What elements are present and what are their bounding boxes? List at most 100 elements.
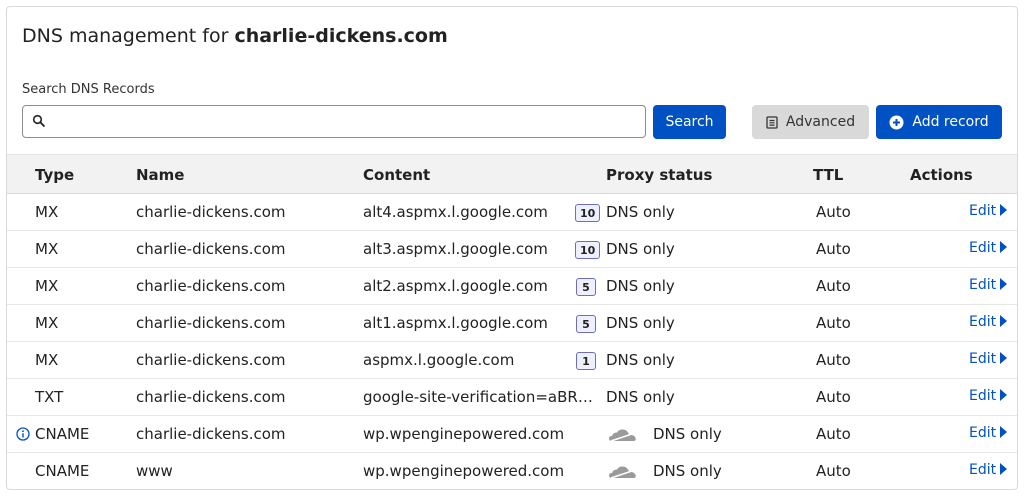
column-header-proxy-status[interactable]: Proxy status <box>606 166 712 184</box>
proxy-status: DNS only <box>606 351 675 369</box>
proxy-status: DNS only <box>653 462 722 480</box>
caret-right-icon <box>1000 278 1008 290</box>
search-label: Search DNS Records <box>22 82 155 97</box>
edit-label: Edit <box>969 462 997 478</box>
edit-link[interactable]: Edit <box>969 425 1008 441</box>
grey-cloud-icon[interactable] <box>607 426 639 444</box>
record-type: TXT <box>35 388 64 406</box>
caret-right-icon <box>1000 204 1008 216</box>
record-type: CNAME <box>35 462 90 480</box>
plus-circle-icon <box>889 115 904 129</box>
domain-name: charlie-dickens.com <box>234 25 448 47</box>
record-type: MX <box>35 240 59 258</box>
table-row: MX charlie-dickens.com alt1.aspmx.l.goog… <box>7 305 1017 342</box>
record-ttl: Auto <box>816 240 851 258</box>
advanced-button[interactable]: Advanced <box>752 105 869 139</box>
record-name: charlie-dickens.com <box>136 277 286 295</box>
record-name: charlie-dickens.com <box>136 425 286 443</box>
grey-cloud-icon[interactable] <box>607 463 639 481</box>
record-name: charlie-dickens.com <box>136 203 286 221</box>
search-field[interactable] <box>22 105 646 138</box>
edit-label: Edit <box>969 203 997 219</box>
proxy-status: DNS only <box>606 277 675 295</box>
edit-label: Edit <box>969 314 997 330</box>
priority-badge: 5 <box>576 278 596 296</box>
proxy-status: DNS only <box>606 314 675 332</box>
column-header-content[interactable]: Content <box>363 166 430 184</box>
table-row: MX charlie-dickens.com alt4.aspmx.l.goog… <box>7 194 1017 231</box>
edit-label: Edit <box>969 388 997 404</box>
edit-label: Edit <box>969 277 997 293</box>
caret-right-icon <box>1000 352 1008 364</box>
caret-right-icon <box>1000 463 1008 475</box>
caret-right-icon <box>1000 426 1008 438</box>
table-row: MX charlie-dickens.com alt2.aspmx.l.goog… <box>7 268 1017 305</box>
record-content: google-site-verification=aBR_… <box>363 388 598 406</box>
record-name: charlie-dickens.com <box>136 240 286 258</box>
search-button-label: Search <box>665 114 714 130</box>
page-title: DNS management for charlie-dickens.com <box>22 25 448 47</box>
record-content: aspmx.l.google.com <box>363 351 515 369</box>
record-content: alt1.aspmx.l.google.com <box>363 314 548 332</box>
table-row: CNAME charlie-dickens.com wp.wpenginepow… <box>7 416 1017 453</box>
title-prefix: DNS management for <box>22 25 229 47</box>
edit-link[interactable]: Edit <box>969 388 1008 404</box>
proxy-status: DNS only <box>606 240 675 258</box>
record-type: CNAME <box>35 425 90 443</box>
edit-link[interactable]: Edit <box>969 203 1008 219</box>
record-type: MX <box>35 277 59 295</box>
table-row: MX charlie-dickens.com alt3.aspmx.l.goog… <box>7 231 1017 268</box>
caret-right-icon <box>1000 241 1008 253</box>
edit-label: Edit <box>969 240 997 256</box>
record-ttl: Auto <box>816 351 851 369</box>
record-ttl: Auto <box>816 425 851 443</box>
column-header-actions: Actions <box>910 166 973 184</box>
priority-badge: 1 <box>576 352 596 370</box>
record-name: charlie-dickens.com <box>136 314 286 332</box>
record-ttl: Auto <box>816 314 851 332</box>
list-icon <box>766 115 778 129</box>
record-ttl: Auto <box>816 462 851 480</box>
table-row: MX charlie-dickens.com aspmx.l.google.co… <box>7 342 1017 379</box>
dns-management-card: DNS management for charlie-dickens.com S… <box>6 6 1018 490</box>
priority-badge: 5 <box>576 315 596 333</box>
record-type: MX <box>35 314 59 332</box>
table-row: TXT charlie-dickens.com google-site-veri… <box>7 379 1017 416</box>
info-icon[interactable] <box>16 427 30 441</box>
record-content: wp.wpenginepowered.com <box>363 425 565 443</box>
edit-link[interactable]: Edit <box>969 240 1008 256</box>
record-content: alt2.aspmx.l.google.com <box>363 277 548 295</box>
priority-badge: 10 <box>575 204 601 222</box>
add-record-button-label: Add record <box>912 114 989 130</box>
record-name: charlie-dickens.com <box>136 388 286 406</box>
search-icon <box>32 114 45 127</box>
table-header: Type Name Content Proxy status TTL Actio… <box>7 154 1017 194</box>
proxy-status: DNS only <box>606 388 675 406</box>
column-header-ttl[interactable]: TTL <box>813 166 843 184</box>
edit-link[interactable]: Edit <box>969 314 1008 330</box>
record-ttl: Auto <box>816 277 851 295</box>
record-content: alt3.aspmx.l.google.com <box>363 240 548 258</box>
record-type: MX <box>35 351 59 369</box>
edit-link[interactable]: Edit <box>969 351 1008 367</box>
column-header-name[interactable]: Name <box>136 166 184 184</box>
record-name: www <box>136 462 173 480</box>
priority-badge: 10 <box>575 241 601 259</box>
record-ttl: Auto <box>816 388 851 406</box>
add-record-button[interactable]: Add record <box>876 105 1002 139</box>
record-name: charlie-dickens.com <box>136 351 286 369</box>
caret-right-icon <box>1000 315 1008 327</box>
caret-right-icon <box>1000 389 1008 401</box>
record-content: alt4.aspmx.l.google.com <box>363 203 548 221</box>
proxy-status: DNS only <box>653 425 722 443</box>
edit-label: Edit <box>969 425 997 441</box>
column-header-type[interactable]: Type <box>35 166 74 184</box>
search-input[interactable] <box>53 108 638 135</box>
edit-link[interactable]: Edit <box>969 277 1008 293</box>
search-button[interactable]: Search <box>653 105 726 139</box>
record-type: MX <box>35 203 59 221</box>
edit-link[interactable]: Edit <box>969 462 1008 478</box>
advanced-button-label: Advanced <box>785 114 856 130</box>
record-content: wp.wpenginepowered.com <box>363 462 565 480</box>
proxy-status: DNS only <box>606 203 675 221</box>
